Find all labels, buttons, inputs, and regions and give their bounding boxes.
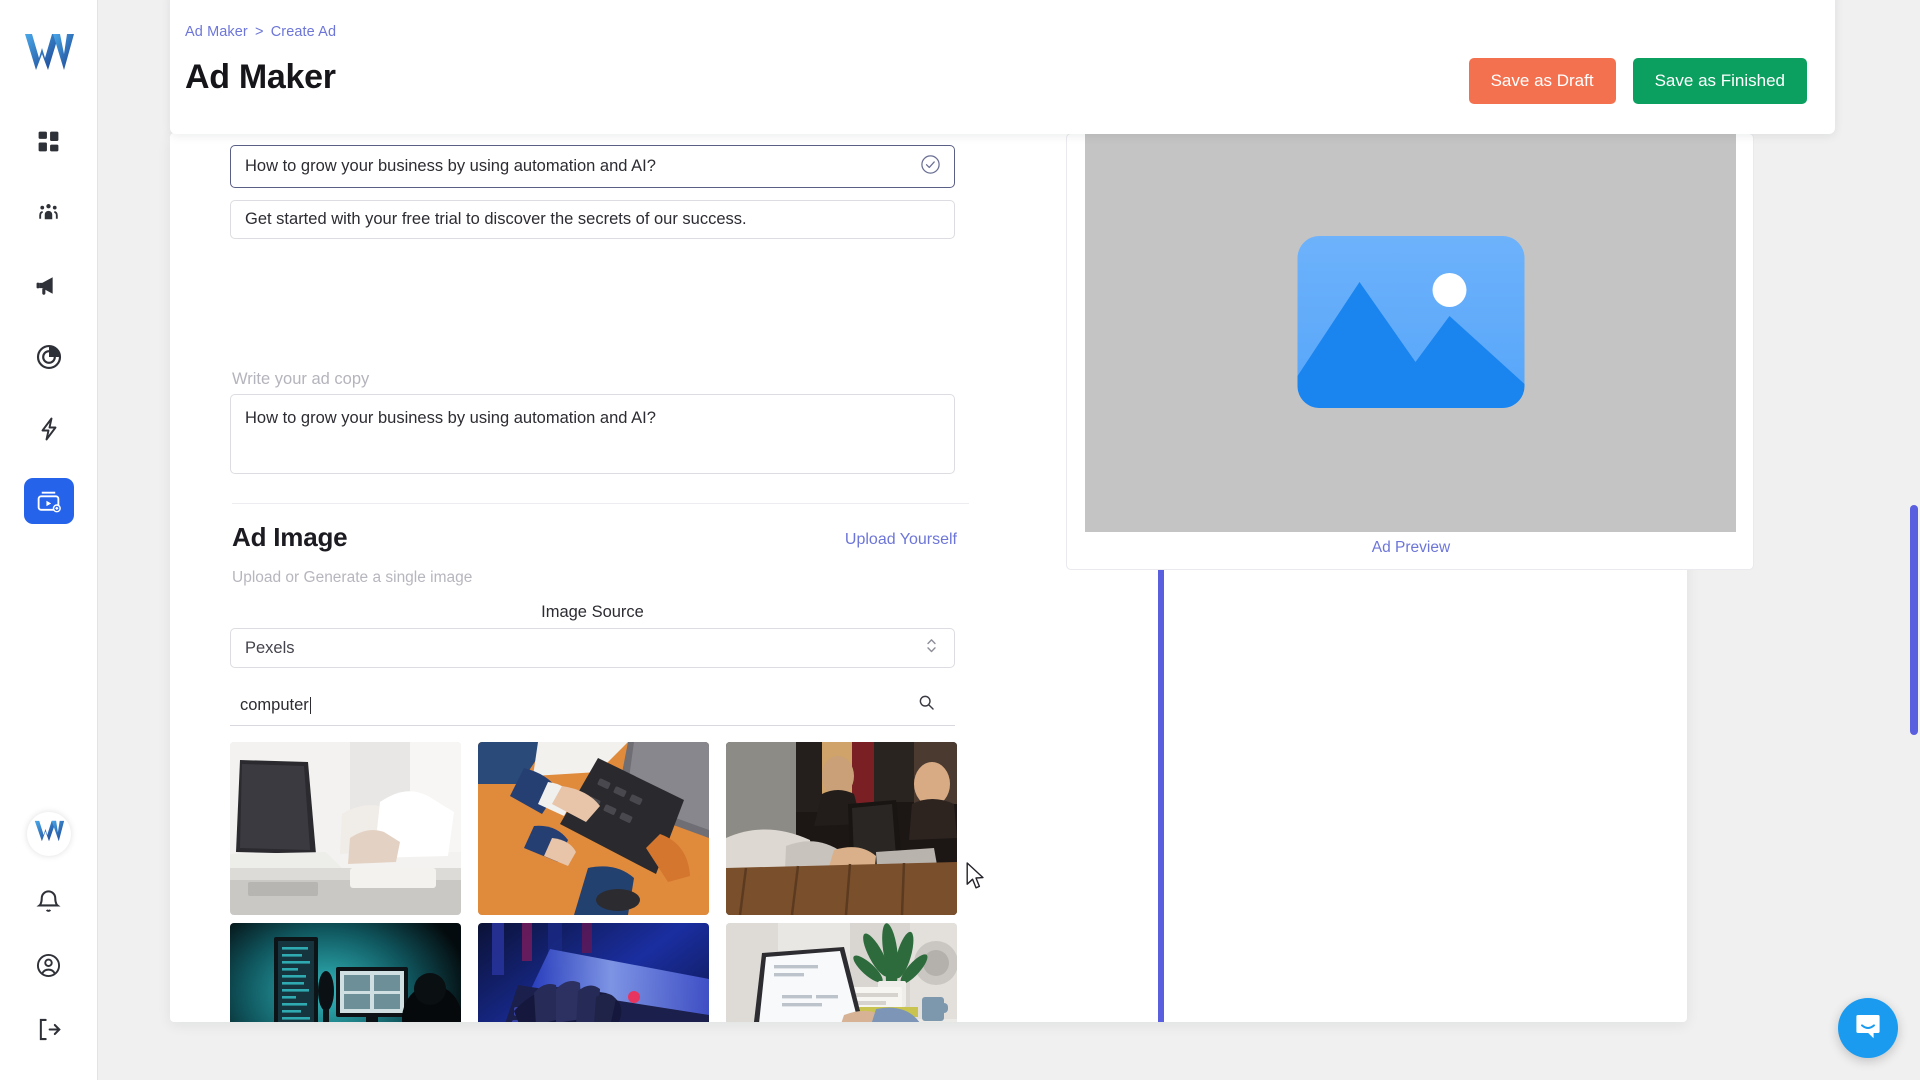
sidebar-item-campaigns[interactable] — [24, 262, 74, 308]
ad-image-section-title: Ad Image — [232, 522, 348, 552]
ad-preview-label[interactable]: Ad Preview — [1067, 539, 1755, 557]
ad-copy-value: How to grow your business by using autom… — [245, 409, 656, 427]
sidebar-item-analytics[interactable] — [24, 334, 74, 380]
thumb-laptop-plant-desk[interactable] — [726, 923, 957, 1022]
megaphone-icon — [35, 272, 62, 299]
page-scrollbar-thumb[interactable] — [1910, 505, 1918, 735]
logout-icon — [35, 1018, 62, 1047]
sidebar-primary-nav — [23, 118, 74, 524]
thumb-dark-office-laptops[interactable] — [726, 742, 957, 915]
profile-logo-badge[interactable] — [26, 812, 71, 856]
image-search-value: computer — [240, 695, 309, 714]
section-divider — [232, 503, 969, 504]
description-input-value: Get started with your free trial to disc… — [245, 210, 747, 228]
ad-form-column: How to grow your business by using autom… — [230, 133, 1020, 1022]
sidebar-item-account[interactable] — [35, 952, 62, 984]
sidebar-item-audience[interactable] — [24, 190, 74, 236]
wavel-avatar-icon — [33, 818, 65, 850]
sidebar-item-ad-maker[interactable] — [23, 478, 74, 524]
image-source-selected-value: Pexels — [245, 638, 295, 657]
thumb-teal-dual-monitors[interactable] — [230, 923, 461, 1022]
text-caret — [309, 696, 312, 714]
sidebar-item-automation[interactable] — [24, 406, 74, 452]
sidebar-item-notifications[interactable] — [35, 888, 62, 920]
description-input[interactable]: Get started with your free trial to disc… — [230, 200, 955, 239]
breadcrumb-separator: > — [255, 24, 264, 40]
user-circle-icon — [35, 953, 62, 983]
breadcrumb: Ad Maker > Create Ad — [185, 24, 336, 40]
ad-preview-panel: Ad Preview — [1066, 112, 1755, 570]
sidebar-item-logout[interactable] — [35, 1016, 62, 1048]
ad-image-subtitle: Upload or Generate a single image — [232, 569, 473, 586]
breadcrumb-current[interactable]: Create Ad — [271, 24, 336, 40]
ad-maker-icon — [35, 488, 62, 515]
people-icon — [35, 200, 62, 227]
grid-icon — [36, 129, 61, 154]
sidebar-item-dashboard[interactable] — [24, 118, 74, 164]
save-as-draft-button[interactable]: Save as Draft — [1468, 58, 1616, 104]
intercom-chat-button[interactable] — [1838, 998, 1898, 1058]
magnifier-icon[interactable] — [918, 694, 935, 716]
breadcrumb-root[interactable]: Ad Maker — [185, 24, 248, 40]
thumb-keyboard-orange-desk[interactable] — [478, 742, 709, 915]
thumb-laptop-white-desk[interactable] — [230, 742, 461, 915]
upload-yourself-link[interactable]: Upload Yourself — [845, 531, 957, 549]
left-sidebar — [0, 0, 98, 1080]
pie-chart-icon — [35, 343, 63, 371]
ad-preview-image-area[interactable] — [1085, 112, 1736, 532]
sidebar-secondary-nav — [26, 812, 71, 1048]
lightning-icon — [36, 416, 62, 442]
page-header: Ad Maker > Create Ad Ad Maker Save as Dr… — [170, 0, 1835, 134]
ad-copy-textarea[interactable]: How to grow your business by using autom… — [230, 394, 955, 474]
check-circle-icon — [920, 154, 941, 180]
headline-input-value: How to grow your business by using autom… — [245, 157, 656, 175]
headline-input[interactable]: How to grow your business by using autom… — [230, 145, 955, 188]
image-source-select[interactable]: Pexels — [230, 628, 955, 668]
save-as-finished-button[interactable]: Save as Finished — [1632, 58, 1807, 104]
image-placeholder-icon — [1297, 236, 1524, 408]
form-scrollbar-thumb[interactable] — [1158, 561, 1164, 1022]
app-root: Ad Maker > Create Ad Ad Maker Save as Dr… — [0, 0, 1920, 1080]
bell-icon — [35, 890, 62, 919]
chevron-updown-icon — [925, 636, 938, 661]
image-search-input[interactable]: computer — [230, 685, 955, 726]
image-results-grid — [230, 742, 970, 1022]
chat-bubble-icon — [1853, 1011, 1883, 1046]
thumb-rgb-keyboard-hands[interactable] — [478, 923, 709, 1022]
header-actions: Save as Draft Save as Finished — [1468, 58, 1807, 104]
page-title: Ad Maker — [185, 58, 336, 96]
wavel-logo[interactable] — [21, 30, 77, 78]
ad-copy-label: Write your ad copy — [232, 370, 370, 388]
image-source-label: Image Source — [541, 603, 644, 621]
